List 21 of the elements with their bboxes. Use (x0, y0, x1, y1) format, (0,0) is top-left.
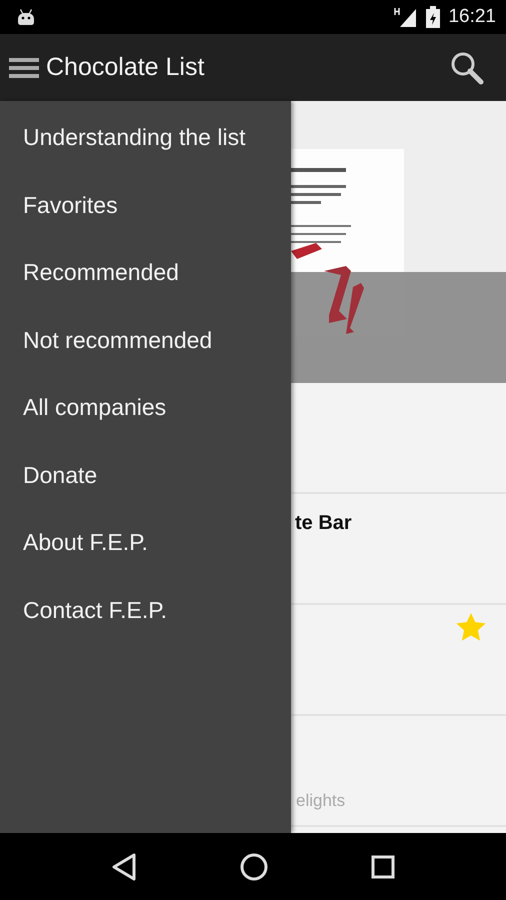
search-icon[interactable] (450, 50, 484, 84)
drawer-item[interactable]: Donate (0, 458, 291, 526)
drawer-item[interactable]: About F.E.P. (0, 526, 291, 594)
item-title: te Bar (295, 512, 352, 535)
clock-time: 16:21 (448, 6, 496, 28)
menu-icon[interactable] (9, 56, 39, 78)
drawer-item[interactable]: Understanding the list (0, 121, 291, 188)
robot-icon (17, 9, 35, 25)
drawer-item[interactable]: Favorites (0, 188, 291, 256)
item-subtitle: elights (296, 791, 346, 811)
drawer-item[interactable]: Recommended (0, 256, 291, 324)
star-icon[interactable] (456, 613, 486, 641)
drawer-item[interactable]: All companies (0, 391, 291, 458)
back-icon[interactable] (111, 852, 138, 880)
drawer-item[interactable]: Not recommended (0, 324, 291, 391)
drawer-item[interactable]: Contact F.E.P. (0, 594, 291, 661)
home-icon[interactable] (240, 852, 268, 880)
recents-icon[interactable] (370, 854, 395, 878)
signal-icon (394, 7, 418, 27)
app-title: Chocolate List (46, 53, 206, 82)
battery-icon (426, 6, 440, 28)
